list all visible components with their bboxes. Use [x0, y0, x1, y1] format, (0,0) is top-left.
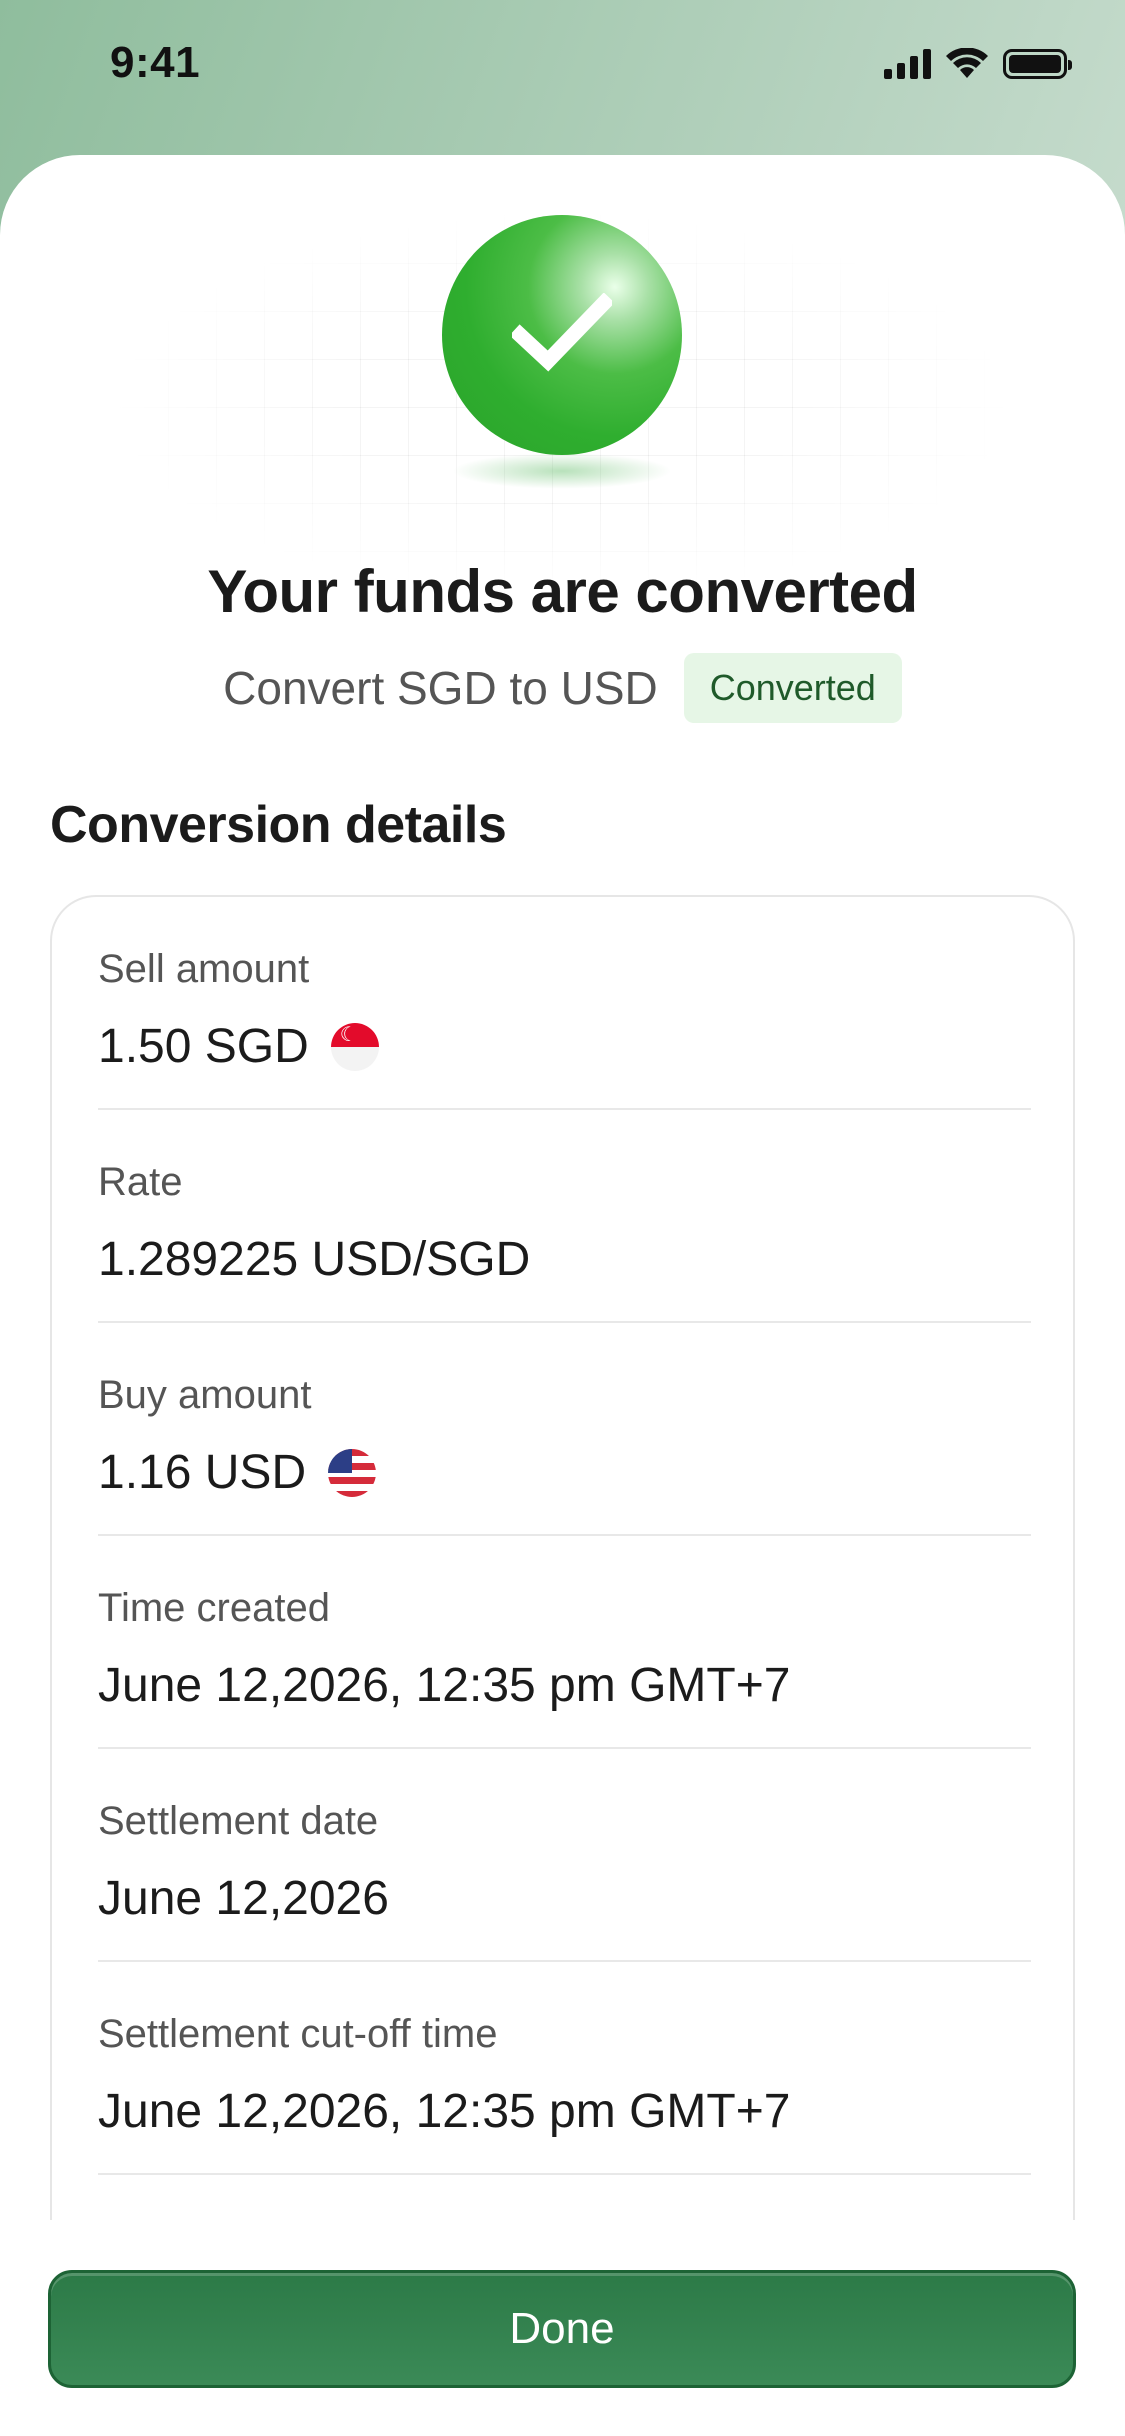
detail-value-row: June 12,2026, 12:35 pm GMT+7 [98, 1658, 790, 1713]
result-sheet: Your funds are converted Convert SGD to … [0, 155, 1125, 2436]
success-check-icon [442, 215, 682, 455]
detail-label: Sell amount [98, 947, 310, 991]
status-badge: Converted [683, 653, 902, 723]
detail-label: Time created [98, 1586, 330, 1630]
cellular-signal-icon [884, 49, 931, 79]
singapore-flag-icon [330, 1022, 379, 1071]
page-title: Your funds are converted [207, 558, 918, 625]
conversion-details-card: Sell amount 1.50 SGD Rate 1.289225 USD/S… [50, 895, 1075, 2275]
detail-value: June 12,2026 [98, 1872, 389, 1925]
wifi-icon [946, 48, 988, 78]
detail-value: June 12,2026, 12:35 pm GMT+7 [98, 2085, 791, 2138]
done-button[interactable]: Done [48, 2270, 1076, 2388]
status-time: 9:41 [110, 38, 201, 87]
success-illustration [442, 215, 682, 515]
detail-value-row: 1.50 SGD [98, 1019, 379, 1074]
detail-value: 1.50 SGD [98, 1020, 309, 1073]
detail-label: Settlement date [98, 1799, 379, 1843]
status-icons [884, 48, 1072, 80]
detail-row-settlement-date: Settlement date June 12,2026 [98, 1749, 1031, 1962]
conversion-subtitle: Convert SGD to USD [223, 662, 658, 714]
detail-value: 1.289225 USD/SGD [98, 1233, 531, 1286]
battery-icon [1003, 49, 1072, 79]
bottom-action-bar: Done [0, 2220, 1125, 2436]
detail-value: 1.16 USD [98, 1446, 307, 1499]
detail-value-row: 1.289225 USD/SGD [98, 1232, 530, 1287]
detail-row-rate: Rate 1.289225 USD/SGD [98, 1110, 1031, 1323]
detail-row-buy-amount: Buy amount 1.16 USD [98, 1323, 1031, 1536]
detail-value: June 12,2026, 12:35 pm GMT+7 [98, 1659, 791, 1712]
detail-label: Buy amount [98, 1373, 312, 1417]
detail-label: Settlement cut-off time [98, 2012, 498, 2056]
detail-value-row: June 12,2026 [98, 1871, 389, 1926]
section-title: Conversion details [50, 796, 507, 854]
detail-value-row: 1.16 USD [98, 1445, 377, 1500]
detail-label: Rate [98, 1160, 183, 1204]
detail-value-row: June 12,2026, 12:35 pm GMT+7 [98, 2084, 790, 2139]
detail-row-time-created: Time created June 12,2026, 12:35 pm GMT+… [98, 1536, 1031, 1749]
detail-row-settlement-cutoff: Settlement cut-off time June 12,2026, 12… [98, 1962, 1031, 2175]
subtitle-row: Convert SGD to USD Converted [0, 653, 1125, 723]
us-flag-icon [328, 1448, 377, 1497]
status-bar: 9:41 [0, 0, 1125, 140]
success-shadow [452, 453, 672, 489]
detail-row-sell-amount: Sell amount 1.50 SGD [98, 897, 1031, 1110]
